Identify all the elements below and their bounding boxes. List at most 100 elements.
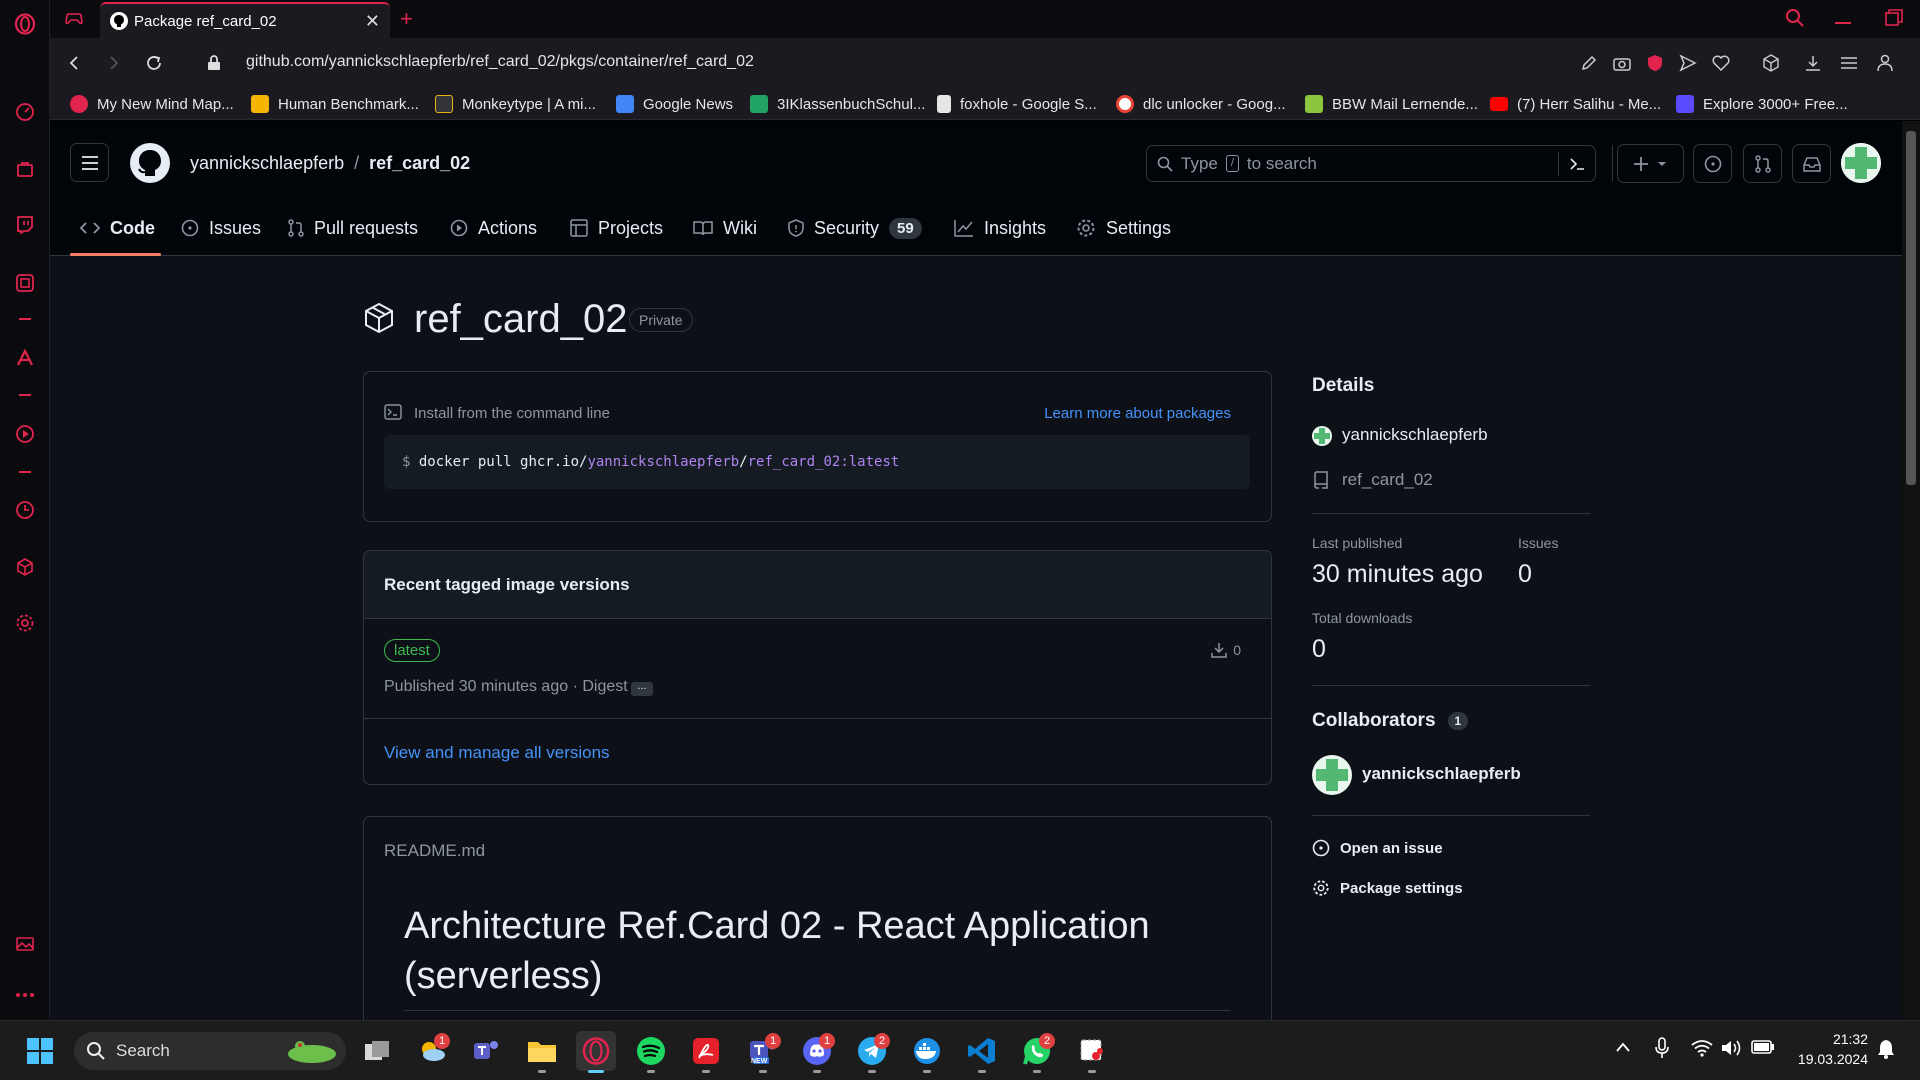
easy-setup-icon[interactable] — [1837, 51, 1861, 75]
details-owner-link[interactable]: yannickschlaepferb — [1342, 425, 1488, 445]
forward-icon[interactable] — [102, 51, 126, 75]
learn-more-link[interactable]: Learn more about packages — [1044, 405, 1231, 422]
github-logo-icon[interactable] — [130, 143, 170, 183]
tab-insights[interactable]: Insights — [954, 213, 1046, 243]
bookmark-item[interactable]: Google News — [616, 94, 733, 114]
aria-icon[interactable] — [13, 346, 37, 370]
open-issue-link[interactable]: Open an issue — [1312, 839, 1443, 857]
command-palette-icon[interactable] — [1569, 156, 1585, 172]
repo-link[interactable]: ref_card_02 — [369, 153, 470, 174]
telegram-icon[interactable]: 2 — [852, 1031, 892, 1073]
taskbar-search-box[interactable]: Search — [74, 1032, 346, 1070]
package-settings-link[interactable]: Package settings — [1312, 879, 1463, 897]
more-dots-icon[interactable] — [13, 983, 37, 1007]
url-input[interactable]: github.com/yannickschlaepferb/ref_card_0… — [246, 53, 754, 71]
details-repo-link[interactable]: ref_card_02 — [1342, 470, 1433, 490]
create-new-button[interactable] — [1617, 144, 1684, 183]
view-all-versions-link[interactable]: View and manage all versions — [384, 743, 610, 763]
speed-dial-icon[interactable] — [13, 100, 37, 124]
user-avatar[interactable] — [1841, 143, 1881, 183]
microphone-icon[interactable] — [1655, 1037, 1669, 1059]
page-scrollbar[interactable] — [1902, 121, 1920, 1020]
task-view-icon[interactable] — [357, 1031, 397, 1071]
image-icon[interactable] — [13, 932, 37, 956]
opera-gx-taskbar-icon[interactable] — [576, 1031, 616, 1073]
issues-button[interactable] — [1693, 144, 1732, 183]
bookmark-item[interactable]: My New Mind Map... — [70, 94, 234, 114]
heart-icon[interactable] — [1709, 51, 1733, 75]
battery-icon[interactable] — [1751, 1039, 1775, 1055]
browser-tab-active[interactable]: Package ref_card_02 ✕ — [100, 2, 390, 38]
whatsapp-icon[interactable]: 2 — [1017, 1031, 1057, 1073]
owner-link[interactable]: yannickschlaepferb — [190, 153, 344, 174]
tab-code[interactable]: Code — [80, 213, 155, 243]
volume-icon[interactable] — [1720, 1039, 1742, 1057]
tab-actions[interactable]: Actions — [450, 213, 537, 243]
close-tab-icon[interactable]: ✕ — [365, 11, 380, 32]
bookmark-item[interactable]: 3IKlassenbuchSchul... — [750, 94, 925, 114]
bookmark-item[interactable]: Explore 3000+ Free... — [1676, 94, 1848, 114]
minimize-icon[interactable] — [1835, 8, 1851, 28]
bookmark-item[interactable]: Human Benchmark... — [251, 94, 419, 114]
player-icon[interactable] — [13, 422, 37, 446]
new-tab-icon[interactable]: + — [400, 6, 413, 32]
opera-logo-icon[interactable] — [13, 12, 37, 36]
camera-icon[interactable] — [1610, 51, 1634, 75]
reload-icon[interactable] — [142, 51, 166, 75]
send-icon[interactable] — [1676, 51, 1700, 75]
search-tabs-icon[interactable] — [1785, 8, 1805, 28]
search-input[interactable]: Type / to search — [1146, 145, 1596, 182]
adblock-shield-icon[interactable] — [1643, 51, 1667, 75]
bookmark-item[interactable]: dlc unlocker - Goog... — [1116, 94, 1286, 114]
snapshot-edit-icon[interactable] — [1577, 51, 1601, 75]
collaborator-avatar[interactable] — [1312, 755, 1352, 795]
tab-projects[interactable]: Projects — [570, 213, 663, 243]
vscode-icon[interactable] — [962, 1031, 1002, 1073]
discord-icon[interactable]: 1 — [797, 1031, 837, 1073]
snipping-tool-icon[interactable] — [1072, 1031, 1112, 1073]
cube-icon[interactable] — [1759, 51, 1783, 75]
download-icon[interactable] — [1801, 51, 1825, 75]
tab-security[interactable]: Security 59 — [788, 213, 922, 243]
bookmark-item[interactable]: BBW Mail Lernende... — [1305, 94, 1478, 114]
docker-command[interactable]: $ docker pull ghcr.io/yannickschlaepferb… — [384, 435, 1250, 489]
restore-icon[interactable] — [1885, 9, 1903, 27]
collaborator-name-link[interactable]: yannickschlaepferb — [1362, 764, 1521, 784]
docker-icon[interactable] — [907, 1031, 947, 1073]
bookmark-item[interactable]: (7) Herr Salihu - Me... — [1490, 94, 1661, 114]
pull-requests-button[interactable] — [1743, 144, 1782, 183]
lock-icon[interactable] — [202, 51, 226, 75]
weather-widget-icon[interactable]: 1 — [412, 1031, 452, 1071]
terminal-icon — [384, 404, 402, 420]
gamepad-icon[interactable] — [64, 9, 84, 29]
tray-chevron-up-icon[interactable] — [1615, 1041, 1631, 1053]
settings-gear-icon[interactable] — [13, 611, 37, 635]
notification-bell-icon[interactable] — [1877, 1039, 1895, 1059]
clock[interactable]: 21:32 19.03.2024 — [1788, 1029, 1868, 1069]
windows-start-icon[interactable] — [20, 1031, 60, 1071]
teams-new-icon[interactable]: NEW 1 — [743, 1031, 783, 1073]
shopping-bag-icon[interactable] — [13, 157, 37, 181]
spotify-icon[interactable] — [631, 1031, 671, 1073]
digest-expand-button[interactable]: ... — [631, 681, 653, 696]
wifi-icon[interactable] — [1691, 1039, 1713, 1057]
hamburger-menu-button[interactable] — [70, 143, 109, 182]
bookmark-item[interactable]: Monkeytype | A mi... — [435, 94, 596, 114]
gaming-icon[interactable] — [13, 271, 37, 295]
inbox-button[interactable] — [1792, 144, 1831, 183]
file-explorer-icon[interactable] — [522, 1031, 562, 1073]
profile-icon[interactable] — [1873, 51, 1897, 75]
bookmark-item[interactable]: foxhole - Google S... — [937, 94, 1097, 114]
teams-chat-icon[interactable] — [466, 1031, 506, 1071]
tab-issues[interactable]: Issues — [181, 213, 261, 243]
version-tag-badge[interactable]: latest — [384, 639, 440, 662]
twitch-icon[interactable] — [13, 213, 37, 237]
history-icon[interactable] — [13, 498, 37, 522]
acrobat-icon[interactable] — [686, 1031, 726, 1073]
extensions-cube-icon[interactable] — [13, 555, 37, 579]
scrollbar-thumb[interactable] — [1906, 131, 1916, 485]
tab-settings[interactable]: Settings — [1076, 213, 1171, 243]
tab-wiki[interactable]: Wiki — [693, 213, 757, 243]
back-icon[interactable] — [62, 51, 86, 75]
tab-pull-requests[interactable]: Pull requests — [288, 213, 418, 243]
